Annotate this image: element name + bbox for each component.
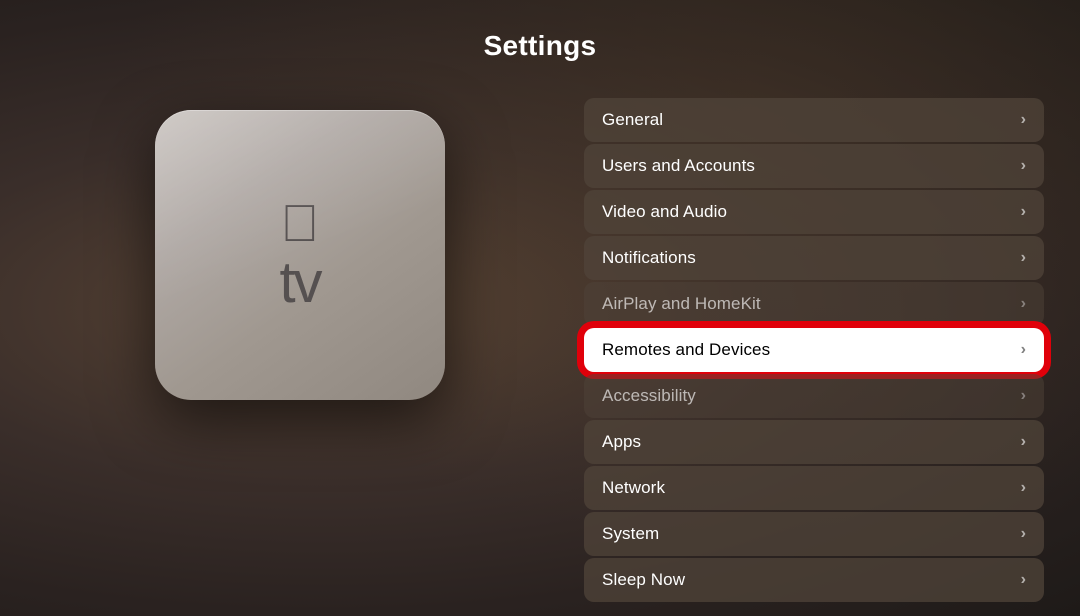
apple-logo-icon:  (281, 198, 320, 250)
apple-tv-device-image:  tv (155, 110, 445, 400)
settings-label-sleep-now: Sleep Now (602, 570, 685, 590)
chevron-icon-sleep-now: › (1021, 571, 1026, 589)
chevron-icon-video-and-audio: › (1021, 203, 1026, 221)
settings-label-airplay-and-homekit: AirPlay and HomeKit (602, 294, 761, 314)
settings-item-notifications[interactable]: Notifications › (584, 236, 1044, 280)
chevron-icon-users-and-accounts: › (1021, 157, 1026, 175)
chevron-icon-apps: › (1021, 433, 1026, 451)
settings-label-notifications: Notifications (602, 248, 696, 268)
chevron-icon-system: › (1021, 525, 1026, 543)
settings-label-network: Network (602, 478, 665, 498)
chevron-icon-remotes-and-devices: › (1021, 341, 1026, 359)
chevron-icon-notifications: › (1021, 249, 1026, 267)
tv-label: tv (279, 254, 320, 312)
settings-item-video-and-audio[interactable]: Video and Audio › (584, 190, 1044, 234)
settings-item-sleep-now[interactable]: Sleep Now › (584, 558, 1044, 602)
settings-label-video-and-audio: Video and Audio (602, 202, 727, 222)
settings-item-accessibility[interactable]: Accessibility › (584, 374, 1044, 418)
chevron-icon-accessibility: › (1021, 387, 1026, 405)
settings-label-users-and-accounts: Users and Accounts (602, 156, 755, 176)
settings-item-users-and-accounts[interactable]: Users and Accounts › (584, 144, 1044, 188)
settings-item-general[interactable]: General › (584, 98, 1044, 142)
settings-label-general: General (602, 110, 663, 130)
settings-item-system[interactable]: System › (584, 512, 1044, 556)
settings-label-system: System (602, 524, 659, 544)
chevron-icon-general: › (1021, 111, 1026, 129)
settings-label-accessibility: Accessibility (602, 386, 696, 406)
settings-item-airplay-and-homekit[interactable]: AirPlay and HomeKit › (584, 282, 1044, 326)
page-title: Settings (484, 30, 597, 62)
settings-label-remotes-and-devices: Remotes and Devices (602, 340, 770, 360)
chevron-icon-airplay-and-homekit: › (1021, 295, 1026, 313)
settings-item-apps[interactable]: Apps › (584, 420, 1044, 464)
settings-list: General›Users and Accounts›Video and Aud… (584, 98, 1044, 602)
settings-item-network[interactable]: Network › (584, 466, 1044, 510)
settings-item-remotes-and-devices[interactable]: Remotes and Devices › (584, 328, 1044, 372)
settings-label-apps: Apps (602, 432, 641, 452)
chevron-icon-network: › (1021, 479, 1026, 497)
